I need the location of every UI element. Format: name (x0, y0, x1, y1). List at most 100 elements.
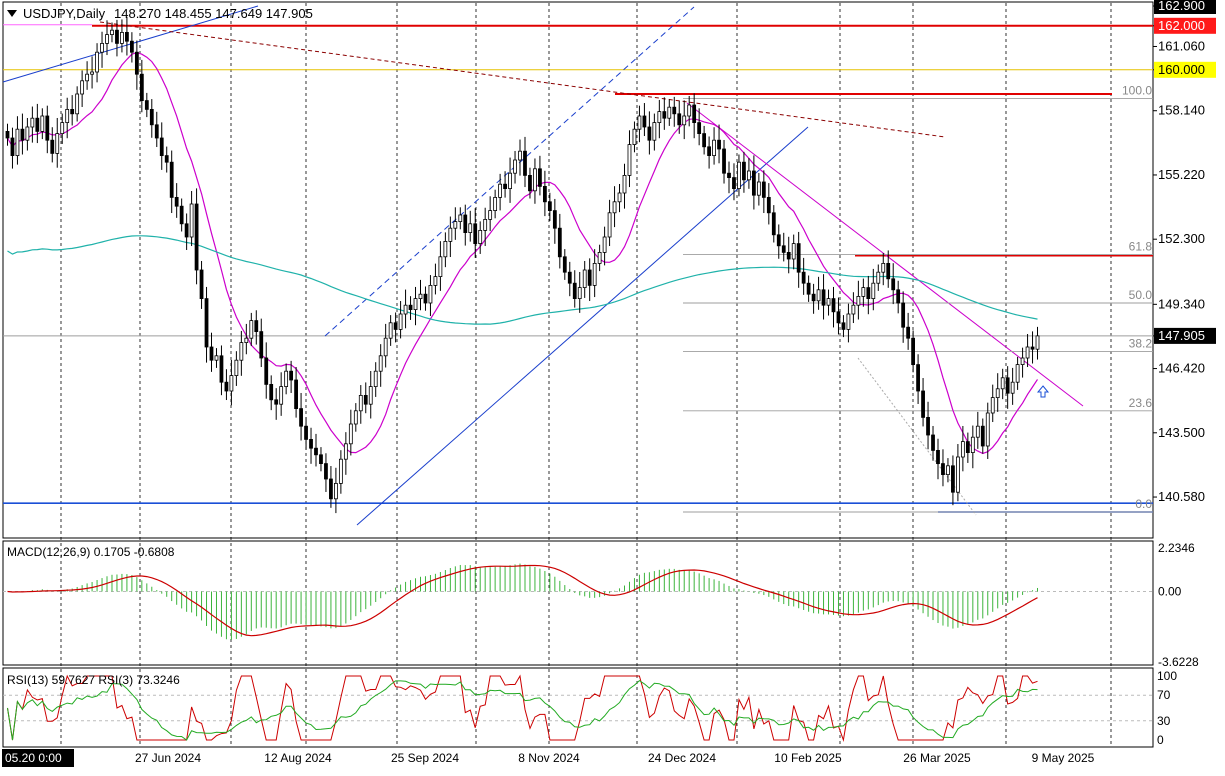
time-tick-label: 10 Feb 2025 (774, 751, 842, 765)
time-cursor-label: 05.20 0:00 (5, 751, 62, 765)
candle-body (274, 399, 279, 405)
candle-body (567, 271, 572, 284)
trading-chart-window[interactable]: 100.0 61.8 50.0 38.2 23.6 0.0 162.900 162.000 1… (0, 0, 1225, 771)
candle-body (990, 397, 995, 414)
candle-body (881, 262, 886, 273)
candle-body (587, 269, 592, 286)
candle-body (747, 170, 751, 181)
candle-body (508, 172, 512, 189)
candle-body (1025, 346, 1030, 359)
candle-body (373, 370, 378, 388)
candle-body (443, 240, 448, 258)
candle-body (980, 425, 985, 447)
chart-svg[interactable]: 100.0 61.8 50.0 38.2 23.6 0.0 162.900 162.000 1… (0, 0, 1225, 771)
candle-body (732, 177, 736, 190)
fib-level-label: 38.2 (1129, 336, 1153, 350)
candle-body (960, 441, 965, 458)
candle-body (129, 40, 134, 53)
candle-body (378, 355, 383, 372)
candle-body (513, 159, 517, 174)
candle-body (134, 51, 139, 75)
candle-body (742, 161, 746, 181)
candle-body (702, 133, 707, 148)
candle-body (55, 133, 60, 154)
candle-body (831, 298, 836, 313)
candle-body (244, 337, 249, 344)
candle-body (219, 355, 224, 383)
candle-body (289, 370, 294, 381)
price-tick-label: 147.905 (1158, 328, 1205, 343)
candle-body (627, 144, 632, 176)
candle-body (657, 111, 662, 123)
candle-body (662, 111, 667, 119)
candle-body (139, 73, 144, 101)
candle-body (169, 161, 174, 198)
candle-body (204, 298, 209, 348)
candle-body (677, 113, 682, 126)
candle-body (368, 386, 373, 405)
candle-body (423, 293, 428, 304)
candle-body (269, 383, 274, 401)
candle-body (299, 408, 303, 427)
price-tick-label: 140.580 (1158, 489, 1205, 504)
candle-body (433, 276, 438, 286)
candle-body (776, 234, 781, 247)
candle-body (428, 284, 433, 304)
candle-body (647, 126, 652, 141)
candle-body (756, 181, 761, 196)
time-tick-label: 12 Aug 2024 (264, 751, 332, 765)
candle-body (294, 379, 298, 410)
candle-body (398, 313, 403, 330)
macd-tick-label: 2.2346 (1158, 541, 1195, 555)
candle-body (110, 29, 114, 36)
candle-body (592, 262, 597, 286)
candle-body (911, 337, 916, 366)
candle-body (493, 196, 498, 211)
candle-body (722, 148, 726, 174)
time-tick-label: 26 Mar 2025 (903, 751, 971, 765)
candle-body (1010, 381, 1015, 394)
candle-body (314, 447, 318, 456)
candle-body (50, 139, 55, 154)
time-axis: 05.20 0:00 27 Jun 2024 12 Aug 2024 25 Sep 2… (2, 749, 1095, 767)
price-tick-label: 155.220 (1158, 167, 1205, 182)
candle-body (896, 289, 901, 304)
candle-body (816, 289, 821, 302)
candle-body (727, 172, 731, 178)
candle-body (811, 293, 816, 302)
candle-body (115, 29, 119, 44)
candle-body (179, 205, 184, 225)
rsi-title: RSI(13) 59.7627 RSI(3) 73.3246 (7, 673, 180, 687)
candle-body (557, 227, 562, 258)
candle-body (597, 251, 602, 264)
candle-body (85, 73, 89, 82)
candle-body (622, 174, 627, 194)
candle-body (547, 201, 552, 212)
candle-body (120, 32, 124, 44)
price-tick-label: 161.060 (1158, 38, 1205, 53)
candle-body (1035, 335, 1040, 350)
candle-body (916, 364, 920, 392)
price-tick-label: 158.140 (1158, 103, 1205, 118)
time-tick-label: 9 May 2025 (1032, 751, 1095, 765)
candle-body (149, 109, 154, 126)
candle-body (931, 434, 935, 451)
candle-body (309, 438, 313, 449)
candle-body (209, 346, 214, 361)
price-tick-label: 162.000 (1158, 18, 1205, 33)
rsi-tick-label: 100 (1157, 669, 1177, 683)
candle-body (189, 203, 194, 238)
candle-body (1030, 346, 1035, 350)
candle-body (234, 359, 239, 377)
candle-body (224, 381, 229, 392)
candle-body (602, 236, 607, 253)
ohlc-readout: 148.270 148.455 147.649 147.905 (114, 6, 313, 21)
candle-body (771, 212, 776, 236)
candle-body (353, 410, 358, 425)
candle-body (363, 394, 368, 405)
candle-body (334, 482, 338, 500)
candle-body (105, 34, 109, 44)
candle-body (438, 256, 443, 277)
candle-body (528, 174, 532, 192)
candle-body (836, 311, 841, 324)
